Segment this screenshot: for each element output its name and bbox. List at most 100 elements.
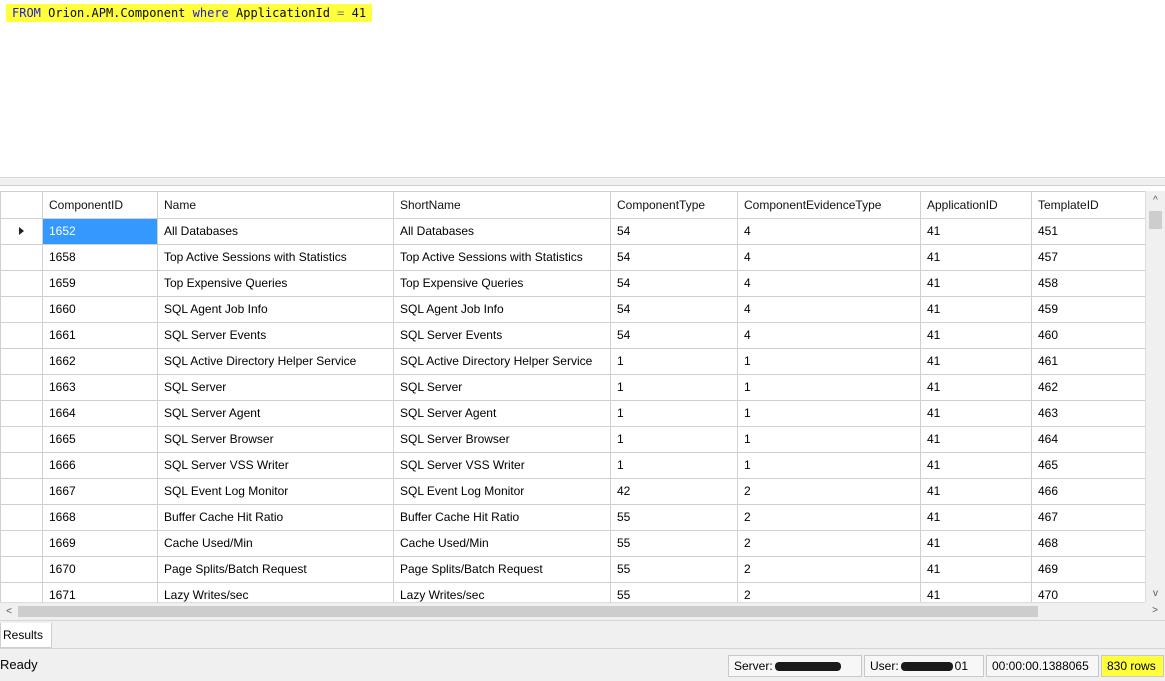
scroll-left-icon[interactable]: <: [0, 603, 18, 620]
table-cell[interactable]: 54: [610, 321, 738, 349]
table-row[interactable]: 1659 Top Expensive Queries Top Expensive Q…: [0, 269, 1145, 297]
row-header[interactable]: [0, 243, 43, 271]
row-header[interactable]: [0, 555, 43, 583]
table-cell[interactable]: 4: [737, 243, 921, 271]
table-cell[interactable]: 54: [610, 217, 738, 245]
column-header[interactable]: ApplicationID: [920, 192, 1032, 219]
table-cell[interactable]: Lazy Writes/sec: [393, 581, 611, 603]
table-cell[interactable]: All Databases: [157, 217, 394, 245]
table-cell[interactable]: SQL Server VSS Writer: [157, 451, 394, 479]
vertical-scroll-thumb[interactable]: [1149, 211, 1162, 229]
table-cell[interactable]: SQL Server Events: [393, 321, 611, 349]
horizontal-scrollbar[interactable]: <: [0, 602, 1145, 620]
table-cell[interactable]: 1662: [42, 347, 158, 375]
table-cell[interactable]: 1670: [42, 555, 158, 583]
table-cell[interactable]: 41: [920, 399, 1032, 427]
row-header[interactable]: [0, 425, 43, 453]
table-cell[interactable]: 451: [1031, 217, 1145, 245]
table-row[interactable]: 1669 Cache Used/Min Cache Used/Min 55 2 41 468: [0, 529, 1145, 557]
table-cell[interactable]: 1: [610, 399, 738, 427]
table-cell[interactable]: 4: [737, 217, 921, 245]
table-cell[interactable]: 4: [737, 295, 921, 323]
table-cell[interactable]: SQL Server Agent: [157, 399, 394, 427]
table-cell[interactable]: SQL Event Log Monitor: [393, 477, 611, 505]
table-cell[interactable]: Buffer Cache Hit Ratio: [393, 503, 611, 531]
row-header[interactable]: [0, 529, 43, 557]
table-cell[interactable]: 1: [610, 373, 738, 401]
table-cell[interactable]: SQL Server Agent: [393, 399, 611, 427]
query-text[interactable]: FROM Orion.APM.Component where Applicati…: [6, 4, 373, 22]
table-cell[interactable]: 54: [610, 243, 738, 271]
table-cell[interactable]: Top Active Sessions with Statistics: [157, 243, 394, 271]
table-cell[interactable]: 41: [920, 373, 1032, 401]
table-cell[interactable]: 465: [1031, 451, 1145, 479]
table-cell[interactable]: 1: [610, 347, 738, 375]
table-cell[interactable]: 41: [920, 529, 1032, 557]
table-cell[interactable]: 41: [920, 477, 1032, 505]
table-cell[interactable]: 1663: [42, 373, 158, 401]
table-cell[interactable]: 461: [1031, 347, 1145, 375]
table-cell[interactable]: 42: [610, 477, 738, 505]
table-cell[interactable]: 1658: [42, 243, 158, 271]
corner-cell[interactable]: [0, 192, 43, 219]
table-cell[interactable]: Page Splits/Batch Request: [157, 555, 394, 583]
table-cell[interactable]: 1: [737, 347, 921, 375]
table-cell[interactable]: Top Expensive Queries: [393, 269, 611, 297]
table-cell[interactable]: 466: [1031, 477, 1145, 505]
table-cell[interactable]: 2: [737, 477, 921, 505]
row-header[interactable]: [0, 217, 43, 245]
table-cell[interactable]: 1661: [42, 321, 158, 349]
table-row[interactable]: 1668 Buffer Cache Hit Ratio Buffer Cache H…: [0, 503, 1145, 531]
table-row[interactable]: 1671 Lazy Writes/sec Lazy Writes/sec 55 2 41 4…: [0, 581, 1145, 603]
row-header[interactable]: [0, 451, 43, 479]
column-header[interactable]: ComponentEvidenceType: [737, 192, 921, 219]
table-cell[interactable]: 55: [610, 581, 738, 603]
table-cell[interactable]: SQL Server VSS Writer: [393, 451, 611, 479]
scroll-down-icon[interactable]: v: [1146, 584, 1165, 602]
table-cell[interactable]: 464: [1031, 425, 1145, 453]
row-header[interactable]: [0, 347, 43, 375]
scroll-up-icon[interactable]: ^: [1146, 191, 1165, 209]
table-cell[interactable]: 458: [1031, 269, 1145, 297]
table-cell[interactable]: SQL Server: [393, 373, 611, 401]
column-header[interactable]: ComponentType: [610, 192, 738, 219]
table-row[interactable]: 1663 SQL Server SQL Server 1 1 41 462: [0, 373, 1145, 401]
table-row[interactable]: 1661 SQL Server Events SQL Server Events 54…: [0, 321, 1145, 349]
table-row[interactable]: 1667 SQL Event Log Monitor SQL Event Log M…: [0, 477, 1145, 505]
table-cell[interactable]: 4: [737, 321, 921, 349]
table-cell[interactable]: 55: [610, 529, 738, 557]
table-cell[interactable]: 2: [737, 555, 921, 583]
query-editor[interactable]: FROM Orion.APM.Component where Applicati…: [0, 0, 1165, 178]
table-cell[interactable]: 2: [737, 529, 921, 557]
table-cell[interactable]: Cache Used/Min: [393, 529, 611, 557]
row-header[interactable]: [0, 399, 43, 427]
table-cell[interactable]: All Databases: [393, 217, 611, 245]
table-cell[interactable]: 41: [920, 503, 1032, 531]
table-cell[interactable]: 1671: [42, 581, 158, 603]
row-header[interactable]: [0, 295, 43, 323]
table-cell[interactable]: 1: [610, 425, 738, 453]
table-cell[interactable]: 1: [737, 451, 921, 479]
table-cell[interactable]: Cache Used/Min: [157, 529, 394, 557]
table-cell[interactable]: 1: [737, 425, 921, 453]
table-cell[interactable]: 1667: [42, 477, 158, 505]
row-header[interactable]: [0, 477, 43, 505]
table-cell[interactable]: SQL Agent Job Info: [157, 295, 394, 323]
table-cell[interactable]: 460: [1031, 321, 1145, 349]
table-cell[interactable]: 41: [920, 555, 1032, 583]
row-header[interactable]: [0, 373, 43, 401]
table-cell[interactable]: Top Active Sessions with Statistics: [393, 243, 611, 271]
row-header[interactable]: [0, 503, 43, 531]
row-header[interactable]: [0, 321, 43, 349]
table-row[interactable]: 1665 SQL Server Browser SQL Server Browser…: [0, 425, 1145, 453]
table-cell[interactable]: 1665: [42, 425, 158, 453]
table-cell[interactable]: SQL Event Log Monitor: [157, 477, 394, 505]
table-row[interactable]: 1664 SQL Server Agent SQL Server Agent 1 1 41…: [0, 399, 1145, 427]
table-cell[interactable]: Page Splits/Batch Request: [393, 555, 611, 583]
table-cell[interactable]: 1: [737, 399, 921, 427]
table-cell[interactable]: 2: [737, 581, 921, 603]
table-cell[interactable]: SQL Server Browser: [157, 425, 394, 453]
table-cell[interactable]: 1666: [42, 451, 158, 479]
table-cell[interactable]: 1660: [42, 295, 158, 323]
table-cell[interactable]: 1: [610, 451, 738, 479]
